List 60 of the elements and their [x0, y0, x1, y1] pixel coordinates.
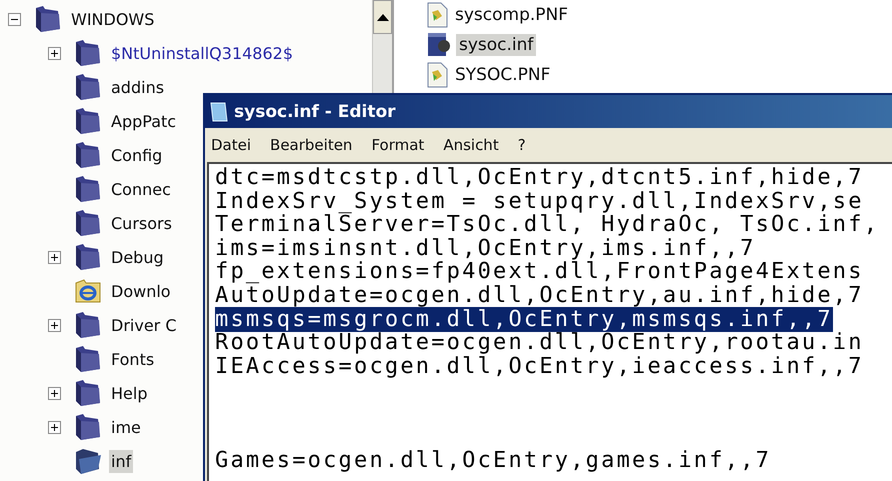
text-line: TerminalServer=TsOc.dll, HydraOc, TsOc.inf,	[215, 212, 880, 238]
folder-tree-item[interactable]: $NtUninstallQ314862$	[109, 42, 296, 64]
folder-tree-item[interactable]: Driver C	[109, 314, 178, 336]
open-folder-icon	[73, 447, 103, 475]
text-line: IndexSrv_System = setupqry.dll,IndexSrv,se	[215, 188, 864, 214]
folder-tree-item[interactable]: Debug	[109, 246, 166, 268]
folder-tree-item[interactable]: addins	[109, 76, 166, 98]
scrollbar[interactable]	[372, 0, 392, 93]
file-item[interactable]: syscomp.PNF	[452, 4, 572, 26]
folder-tree-item[interactable]: Downlo	[109, 280, 173, 302]
folder-icon	[73, 39, 103, 67]
expander-toggle[interactable]	[48, 420, 61, 434]
folder-icon	[73, 209, 103, 237]
folder-tree-item[interactable]: Cursors	[109, 212, 174, 234]
folder-icon	[73, 413, 103, 441]
text-line: IEAccess=ocgen.dll,OcEntry,ieaccess.inf,,7	[215, 354, 864, 379]
text-area[interactable]	[207, 162, 892, 481]
menu-item[interactable]: Ansicht	[443, 136, 499, 154]
folder-tree-item[interactable]: ime	[109, 416, 143, 438]
folder-icon	[73, 243, 103, 271]
document-icon	[426, 2, 448, 28]
folder-icon	[73, 107, 103, 135]
expander-toggle[interactable]	[48, 250, 61, 264]
text-line: RootAutoUpdate=ocgen.dll,OcEntry,rootau.in	[215, 330, 864, 356]
file-item[interactable]: sysoc.inf	[456, 34, 536, 56]
document-icon	[426, 62, 448, 88]
folder-tree-item[interactable]: inf	[109, 450, 134, 472]
menu-item[interactable]: Bearbeiten	[270, 136, 352, 154]
folder-icon	[33, 5, 63, 33]
menu-item[interactable]: Datei	[211, 136, 252, 154]
folder-icon	[73, 175, 103, 203]
folder-tree-item[interactable]: Help	[109, 382, 150, 404]
folder-icon	[73, 379, 103, 407]
window-title: sysoc.inf - Editor	[234, 102, 396, 122]
folder-tree-item[interactable]: AppPatc	[109, 110, 178, 132]
menu-item[interactable]: Format	[371, 136, 424, 154]
web-folder-icon	[73, 277, 103, 305]
folder-tree-item[interactable]: WINDOWS	[69, 8, 156, 30]
text-line: dtc=msdtcstp.dll,OcEntry,dtcnt5.inf,hide,7	[215, 165, 864, 190]
arrow-up-icon	[376, 14, 388, 20]
expander-toggle[interactable]	[48, 386, 61, 400]
expander-toggle[interactable]	[48, 46, 61, 60]
folder-icon	[73, 345, 103, 373]
file-item[interactable]: SYSOC.PNF	[452, 64, 554, 86]
text-line: Games=ocgen.dll,OcEntry,games.inf,,7	[215, 448, 772, 474]
folder-tree-item[interactable]: Connec	[109, 178, 173, 200]
folder-icon	[73, 311, 103, 339]
settings-file-icon	[426, 32, 452, 58]
folder-tree-item[interactable]: Config	[109, 144, 164, 166]
scroll-up-button[interactable]	[373, 0, 392, 34]
expander-toggle[interactable]	[48, 318, 61, 332]
folder-tree-item[interactable]: Fonts	[109, 348, 156, 370]
folder-icon	[73, 141, 103, 169]
text-line: AutoUpdate=ocgen.dll,OcEntry,au.inf,hide,7	[215, 282, 864, 308]
folder-icon	[73, 73, 103, 101]
notepad-icon	[209, 100, 229, 122]
expander-toggle[interactable]	[8, 12, 21, 26]
text-line: ims=imsinsnt.dll,OcEntry,ims.inf,,7	[215, 236, 756, 261]
menu-item[interactable]: ?	[518, 136, 526, 154]
text-line: fp_extensions=fp40ext.dll,FrontPage4Extens	[215, 259, 864, 284]
